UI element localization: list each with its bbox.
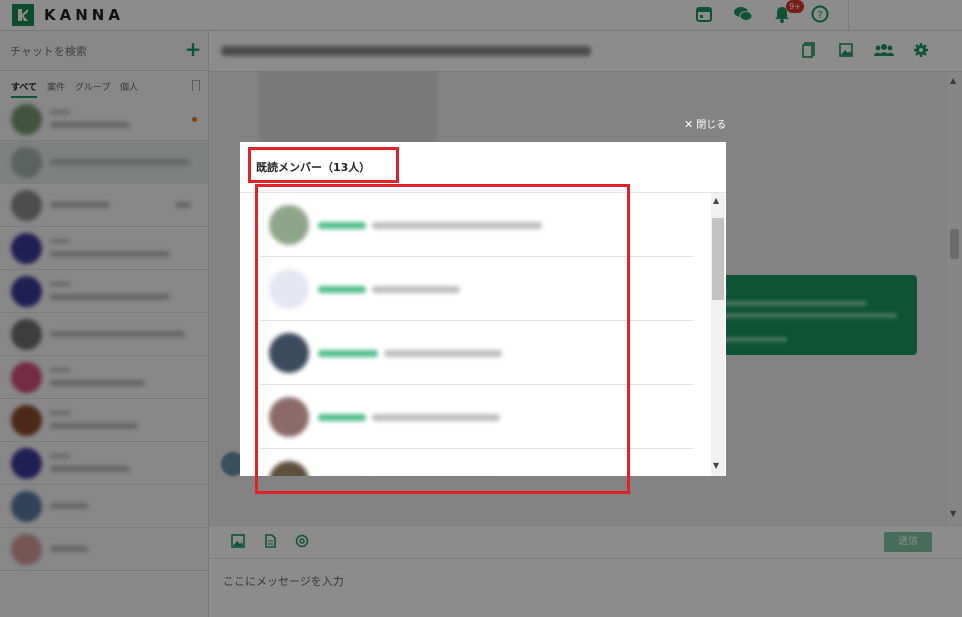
scrollbar-thumb[interactable] — [712, 218, 724, 300]
member-list-highlight-box — [255, 184, 630, 494]
member-list-scrollbar[interactable]: ▲ ▼ — [711, 193, 725, 476]
close-button[interactable]: ✕ 閉じる — [684, 118, 726, 132]
close-icon: ✕ — [684, 118, 694, 131]
close-label: 閉じる — [696, 120, 727, 131]
scroll-up-icon[interactable]: ▲ — [713, 196, 719, 205]
scroll-down-icon[interactable]: ▼ — [713, 461, 719, 470]
title-highlight-box — [248, 147, 399, 183]
